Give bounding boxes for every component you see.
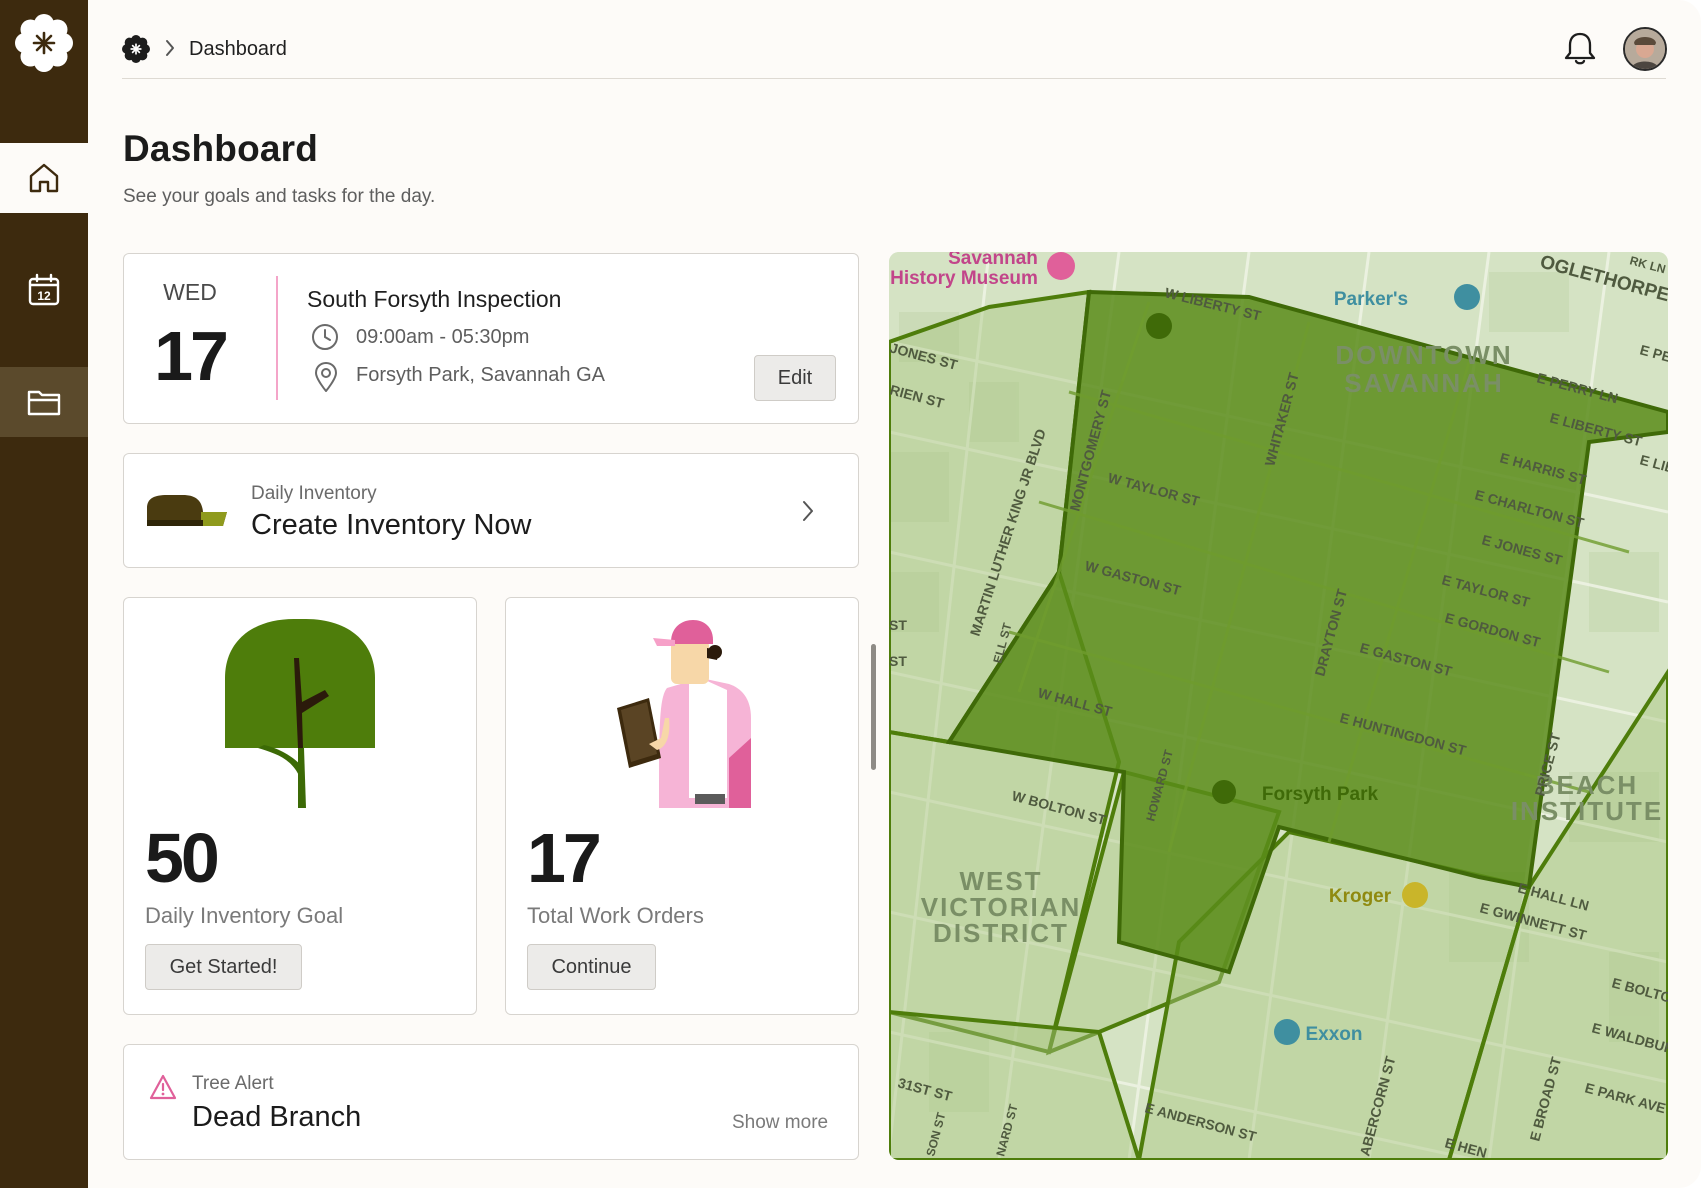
notifications-button[interactable]	[1563, 30, 1597, 71]
event-time: 09:00am - 05:30pm	[356, 326, 530, 348]
app-window: 12 Dashboard Dashboard See your goals an…	[0, 0, 1701, 1188]
sidebar-item-folder[interactable]	[0, 367, 88, 437]
map-district-label: SAVANNAH	[1344, 368, 1503, 398]
sidebar-item-calendar[interactable]: 12	[0, 255, 88, 325]
clock-icon	[312, 324, 338, 350]
map-poi-label: Savannah	[948, 252, 1038, 269]
calendar-icon: 12	[28, 273, 60, 306]
worker-icon	[617, 620, 751, 808]
tree-alert-card[interactable]: Tree Alert Dead Branch Show more	[123, 1044, 859, 1160]
park-icon[interactable]	[1212, 780, 1236, 804]
show-more-link[interactable]: Show more	[732, 1112, 828, 1134]
parking-icon[interactable]	[1454, 284, 1480, 310]
map-canvas[interactable]: DOWNTOWN SAVANNAH WEST VICTORIAN DISTRIC…	[889, 252, 1668, 1160]
home-icon	[29, 163, 59, 193]
warning-icon	[149, 1074, 177, 1100]
breadcrumb-home-link[interactable]	[122, 35, 150, 68]
event-date: 17	[154, 317, 229, 395]
grocery-icon[interactable]	[1402, 882, 1428, 908]
flower-logo-icon	[122, 35, 150, 63]
event-divider	[276, 276, 278, 400]
inventory-goal-label: Daily Inventory Goal	[145, 903, 344, 928]
map-district-label: INSTITUTE	[1511, 796, 1663, 826]
inventory-label: Daily Inventory	[251, 483, 377, 504]
top-bar: Dashboard	[122, 0, 1667, 79]
chevron-right-icon[interactable]	[800, 498, 816, 524]
tree-icon	[225, 619, 375, 808]
parking-icon[interactable]	[1146, 313, 1172, 339]
map-street-label: ST	[889, 617, 907, 633]
inventory-goal-card: 50 Daily Inventory Goal Get Started!	[123, 597, 477, 1015]
scrollbar[interactable]	[871, 644, 876, 770]
flower-logo-icon	[15, 14, 73, 72]
get-started-button[interactable]: Get Started!	[145, 944, 302, 990]
chevron-right-icon	[166, 40, 174, 56]
map-district-label: DISTRICT	[933, 918, 1069, 948]
location-pin-icon	[315, 362, 337, 392]
folder-icon	[27, 390, 61, 416]
page-title: Dashboard	[123, 128, 319, 169]
continue-button[interactable]: Continue	[527, 944, 656, 990]
map-poi-label: Exxon	[1305, 1024, 1362, 1045]
sidebar: 12	[0, 0, 88, 1188]
cap-icon	[147, 495, 227, 526]
alert-label: Tree Alert	[192, 1073, 274, 1094]
map-poi-label: History Museum	[890, 268, 1038, 289]
map-poi-label: Parker's	[1334, 289, 1408, 310]
bell-icon	[1564, 32, 1596, 65]
inventory-goal-value: 50	[145, 819, 220, 897]
edit-event-button[interactable]: Edit	[754, 355, 836, 401]
daily-inventory-card[interactable]: Daily Inventory Create Inventory Now	[123, 453, 859, 568]
alert-title: Dead Branch	[192, 1101, 362, 1133]
event-title: South Forsyth Inspection	[307, 286, 562, 312]
work-orders-value: 17	[527, 819, 602, 897]
work-orders-label: Total Work Orders	[527, 903, 704, 928]
gas-station-icon[interactable]	[1274, 1019, 1300, 1045]
event-day: WED	[163, 279, 217, 305]
event-location: Forsyth Park, Savannah GA	[356, 364, 606, 386]
map-street-label: ST	[889, 653, 907, 669]
inventory-title: Create Inventory Now	[251, 509, 532, 541]
map-poi-label: Forsyth Park	[1262, 784, 1379, 805]
event-card: WED 17 South Forsyth Inspection 09:00am …	[123, 253, 859, 424]
calendar-badge: 12	[37, 289, 51, 303]
sidebar-item-home[interactable]	[0, 143, 88, 213]
map-district-label: DOWNTOWN	[1335, 340, 1512, 370]
user-avatar[interactable]	[1623, 27, 1667, 71]
map-poi-label: Kroger	[1329, 886, 1392, 907]
app-logo[interactable]	[0, 0, 88, 142]
breadcrumb-current: Dashboard	[189, 38, 287, 60]
page-subtitle: See your goals and tasks for the day.	[123, 186, 436, 207]
avatar-icon	[1625, 29, 1665, 69]
work-orders-card: 17 Total Work Orders Continue	[505, 597, 859, 1015]
map-view[interactable]: DOWNTOWN SAVANNAH WEST VICTORIAN DISTRIC…	[889, 252, 1668, 1160]
museum-icon[interactable]	[1047, 252, 1075, 280]
